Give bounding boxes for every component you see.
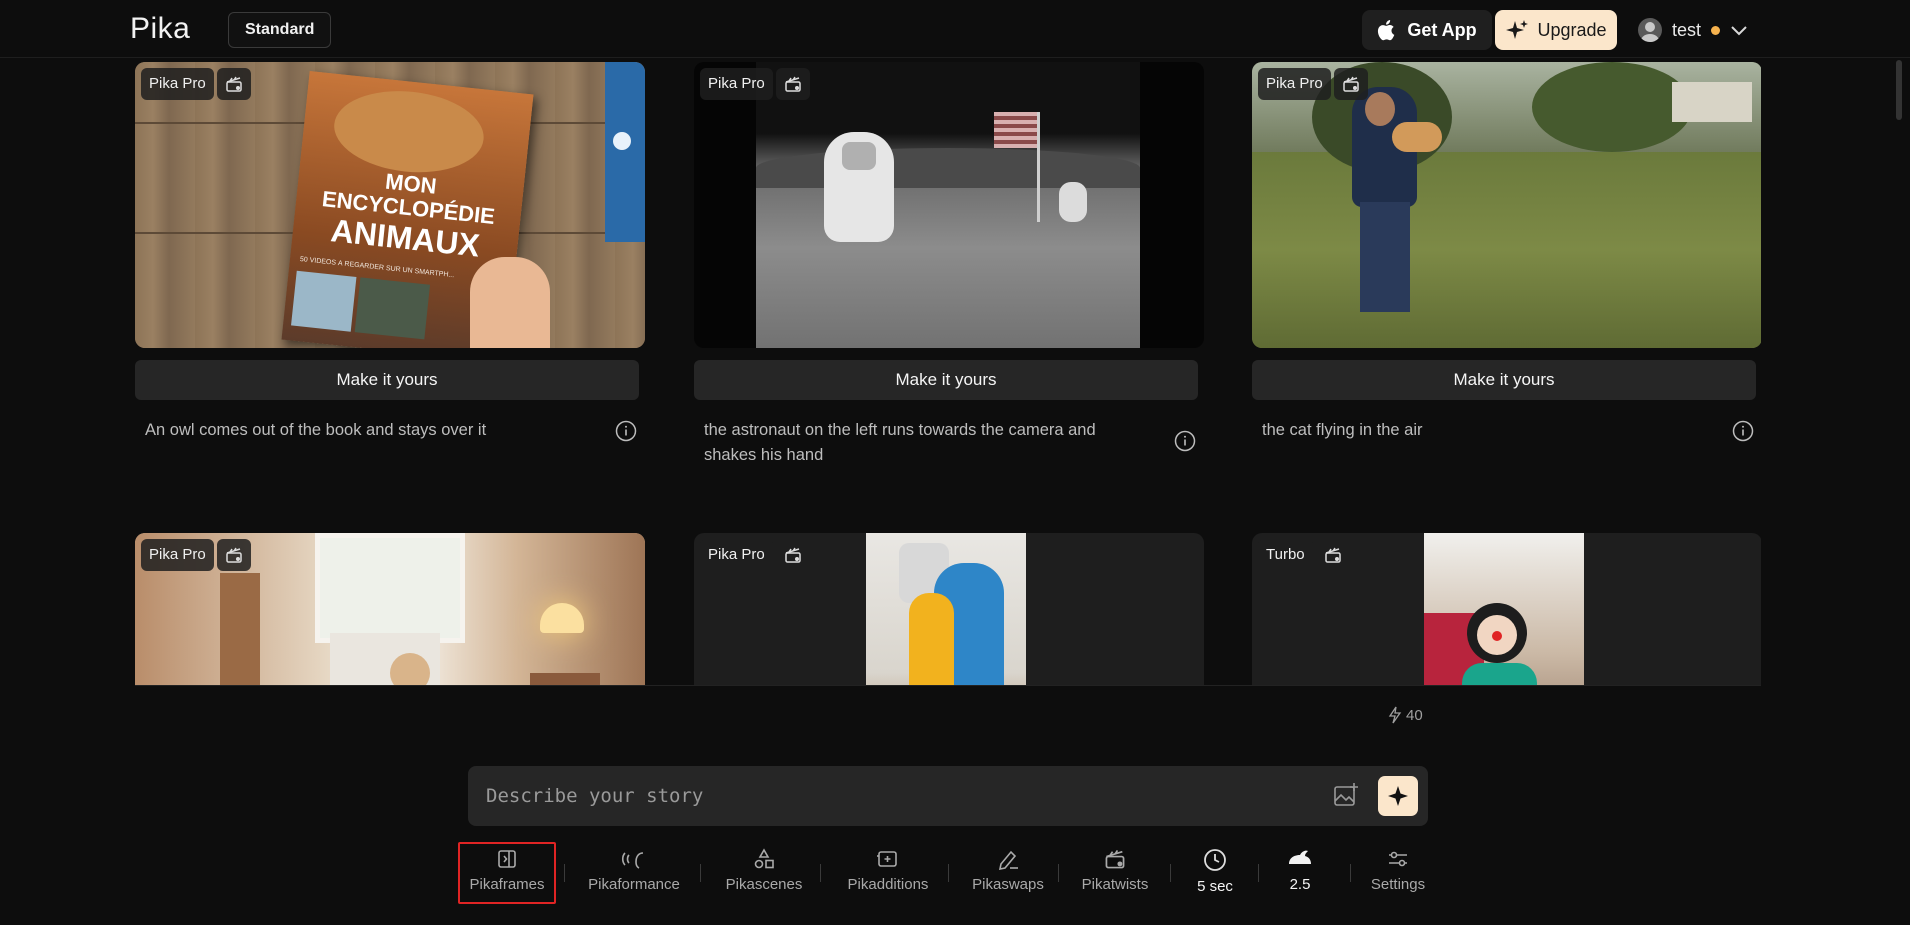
clapper-icon[interactable] <box>217 68 251 100</box>
apple-icon <box>1378 20 1395 41</box>
tool-label: Pikaswaps <box>972 876 1044 893</box>
image-upload-icon[interactable] <box>1333 782 1359 808</box>
tool-pikascenes[interactable]: Pikascenes <box>714 842 814 902</box>
pika-logo[interactable]: Pika <box>130 12 190 46</box>
info-icon[interactable] <box>615 420 637 442</box>
tool-label: Settings <box>1370 876 1426 893</box>
model-tag: Pika Pro <box>700 68 773 100</box>
tool-pikaframes[interactable]: Pikaframes <box>466 842 548 902</box>
lightning-icon <box>1388 706 1402 724</box>
caption-text: the astronaut on the left runs towards t… <box>704 421 1096 464</box>
video-card: Pika Pro Make it yours the cat flying in… <box>1252 62 1761 443</box>
tool-divider <box>820 864 821 882</box>
model-tag: Turbo <box>1258 539 1313 571</box>
caption-text: the cat flying in the air <box>1262 421 1423 439</box>
video-card: Turbo <box>1252 533 1761 685</box>
upgrade-label: Upgrade <box>1537 19 1607 40</box>
clock-icon <box>1204 849 1226 871</box>
video-caption: the cat flying in the air <box>1252 418 1761 443</box>
info-icon[interactable] <box>1174 430 1196 452</box>
tool-divider <box>564 864 565 882</box>
tool-label: 2.5 <box>1289 876 1311 893</box>
tool-bar: Pikaframes Pikaformance Pikascenes Pikad… <box>458 842 1458 904</box>
video-card: Pika Pro <box>135 533 645 685</box>
user-menu[interactable]: test <box>1638 16 1748 44</box>
tool-pikaformance[interactable]: Pikaformance <box>578 842 690 902</box>
feed-divider <box>135 685 1761 686</box>
tool-duration[interactable]: 5 sec <box>1180 842 1250 902</box>
video-feed: MON ENCYCLOPÉDIE ANIMAUX 50 VIDÉOS À REG… <box>135 62 1761 685</box>
tool-label: Pikascenes <box>725 876 803 893</box>
tool-pikadditions[interactable]: Pikadditions <box>834 842 942 902</box>
avatar <box>1638 18 1662 42</box>
brush-icon <box>998 850 1018 870</box>
page-scrollbar[interactable] <box>1896 60 1902 120</box>
generate-button[interactable] <box>1378 776 1418 816</box>
tool-label: 5 sec <box>1197 878 1233 895</box>
tool-divider <box>700 864 701 882</box>
username: test <box>1672 19 1702 40</box>
tool-divider <box>948 864 949 882</box>
get-app-button[interactable]: Get App <box>1362 10 1492 50</box>
video-card: MON ENCYCLOPÉDIE ANIMAUX 50 VIDÉOS À REG… <box>135 62 645 443</box>
story-prompt-input[interactable] <box>486 780 1286 812</box>
shapes-icon <box>754 848 774 869</box>
clapper-icon[interactable] <box>776 539 810 571</box>
sparkle-icon <box>1388 786 1408 806</box>
tool-divider <box>1350 864 1351 882</box>
tool-label: Pikaframes <box>469 876 545 893</box>
prompt-bar <box>468 766 1428 826</box>
tool-settings[interactable]: Settings <box>1360 842 1436 902</box>
credits-counter: 40 <box>1388 706 1423 724</box>
tool-label: Pikatwists <box>1081 876 1149 893</box>
frame-icon <box>498 850 516 868</box>
top-bar: Pika Standard Get App Upgrade test <box>0 0 1910 58</box>
model-tag: Pika Pro <box>700 539 773 571</box>
model-tag: Pika Pro <box>141 539 214 571</box>
tool-pikatwists[interactable]: Pikatwists <box>1070 842 1160 902</box>
video-caption: the astronaut on the left runs towards t… <box>694 418 1204 468</box>
add-image-icon <box>877 851 897 867</box>
chevron-down-icon <box>1731 26 1747 36</box>
video-thumbnail-astronaut[interactable] <box>694 62 1204 348</box>
make-it-yours-button[interactable]: Make it yours <box>1252 360 1756 400</box>
model-tag: Pika Pro <box>141 68 214 100</box>
upgrade-button[interactable]: Upgrade <box>1495 10 1617 50</box>
status-dot <box>1711 25 1721 35</box>
model-tag: Pika Pro <box>1258 68 1331 100</box>
video-card: Pika Pro <box>694 533 1204 685</box>
video-thumbnail-cat[interactable] <box>1252 62 1761 348</box>
tool-divider <box>1058 864 1059 882</box>
tool-label: Pikaformance <box>588 876 680 893</box>
tool-label: Pikadditions <box>847 876 929 893</box>
clapper-icon[interactable] <box>1334 68 1368 100</box>
clapper-icon[interactable] <box>1316 539 1350 571</box>
info-icon[interactable] <box>1732 420 1754 442</box>
tool-divider <box>1170 864 1171 882</box>
make-it-yours-button[interactable]: Make it yours <box>135 360 639 400</box>
plan-badge-button[interactable]: Standard <box>228 12 332 48</box>
make-it-yours-button[interactable]: Make it yours <box>694 360 1198 400</box>
sliders-icon <box>1389 851 1407 867</box>
sparkle-icon <box>1506 20 1529 39</box>
voice-wave-icon <box>621 852 644 869</box>
clapper-icon <box>1105 849 1125 869</box>
tool-model-version[interactable]: 2.5 <box>1268 842 1332 902</box>
video-caption: An owl comes out of the book and stays o… <box>135 418 645 443</box>
rabbit-icon <box>1289 850 1311 864</box>
get-app-label: Get App <box>1407 19 1477 40</box>
tool-divider <box>1258 864 1259 882</box>
clapper-icon[interactable] <box>776 68 810 100</box>
video-card: Pika Pro Make it yours the astronaut on … <box>694 62 1204 468</box>
credits-value: 40 <box>1406 706 1423 724</box>
tool-pikaswaps[interactable]: Pikaswaps <box>958 842 1058 902</box>
video-thumbnail-book[interactable]: MON ENCYCLOPÉDIE ANIMAUX 50 VIDÉOS À REG… <box>135 62 645 348</box>
clapper-icon[interactable] <box>217 539 251 571</box>
caption-text: An owl comes out of the book and stays o… <box>145 421 487 439</box>
